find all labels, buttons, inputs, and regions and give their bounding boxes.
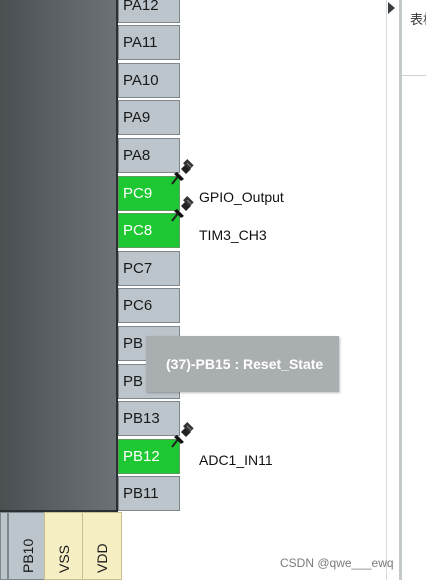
vertical-scrollbar[interactable]: [386, 0, 400, 580]
signal-label-pb12: ADC1_IN11: [199, 452, 273, 468]
pin-pa9[interactable]: PA9: [118, 100, 180, 135]
expand-arrow-icon[interactable]: [388, 2, 395, 14]
pin-vss[interactable]: VSS: [44, 512, 84, 580]
pin-pc7[interactable]: PC7: [118, 251, 180, 286]
pin-pb11[interactable]: PB11: [118, 476, 180, 511]
pin-label: VSS: [56, 544, 72, 573]
watermark: CSDN @qwe___ewq: [280, 556, 394, 570]
pin-pc6[interactable]: PC6: [118, 288, 180, 323]
pin-pa12[interactable]: PA12: [118, 0, 180, 23]
pin-vdd[interactable]: VDD: [82, 512, 122, 580]
pushpin-icon: [171, 196, 194, 222]
pin-label: PB10: [20, 538, 36, 573]
side-panel-text: 表格: [410, 12, 426, 27]
pin-bottom-edge[interactable]: [0, 512, 8, 580]
pin-tooltip: (37)-PB15 : Reset_State: [146, 336, 339, 392]
pin-label: VDD: [94, 543, 110, 573]
pin-pa10[interactable]: PA10: [118, 63, 180, 98]
mcu-chip-body: [0, 0, 118, 512]
pin-pa11[interactable]: PA11: [118, 25, 180, 60]
signal-label-pc9: GPIO_Output: [199, 189, 284, 205]
divider: [402, 75, 426, 76]
signal-label-pc8: TIM3_CH3: [199, 227, 267, 243]
pin-pb10[interactable]: PB10: [8, 512, 48, 580]
pushpin-icon: [171, 422, 194, 448]
pushpin-icon: [171, 159, 194, 185]
side-panel: [399, 0, 426, 580]
